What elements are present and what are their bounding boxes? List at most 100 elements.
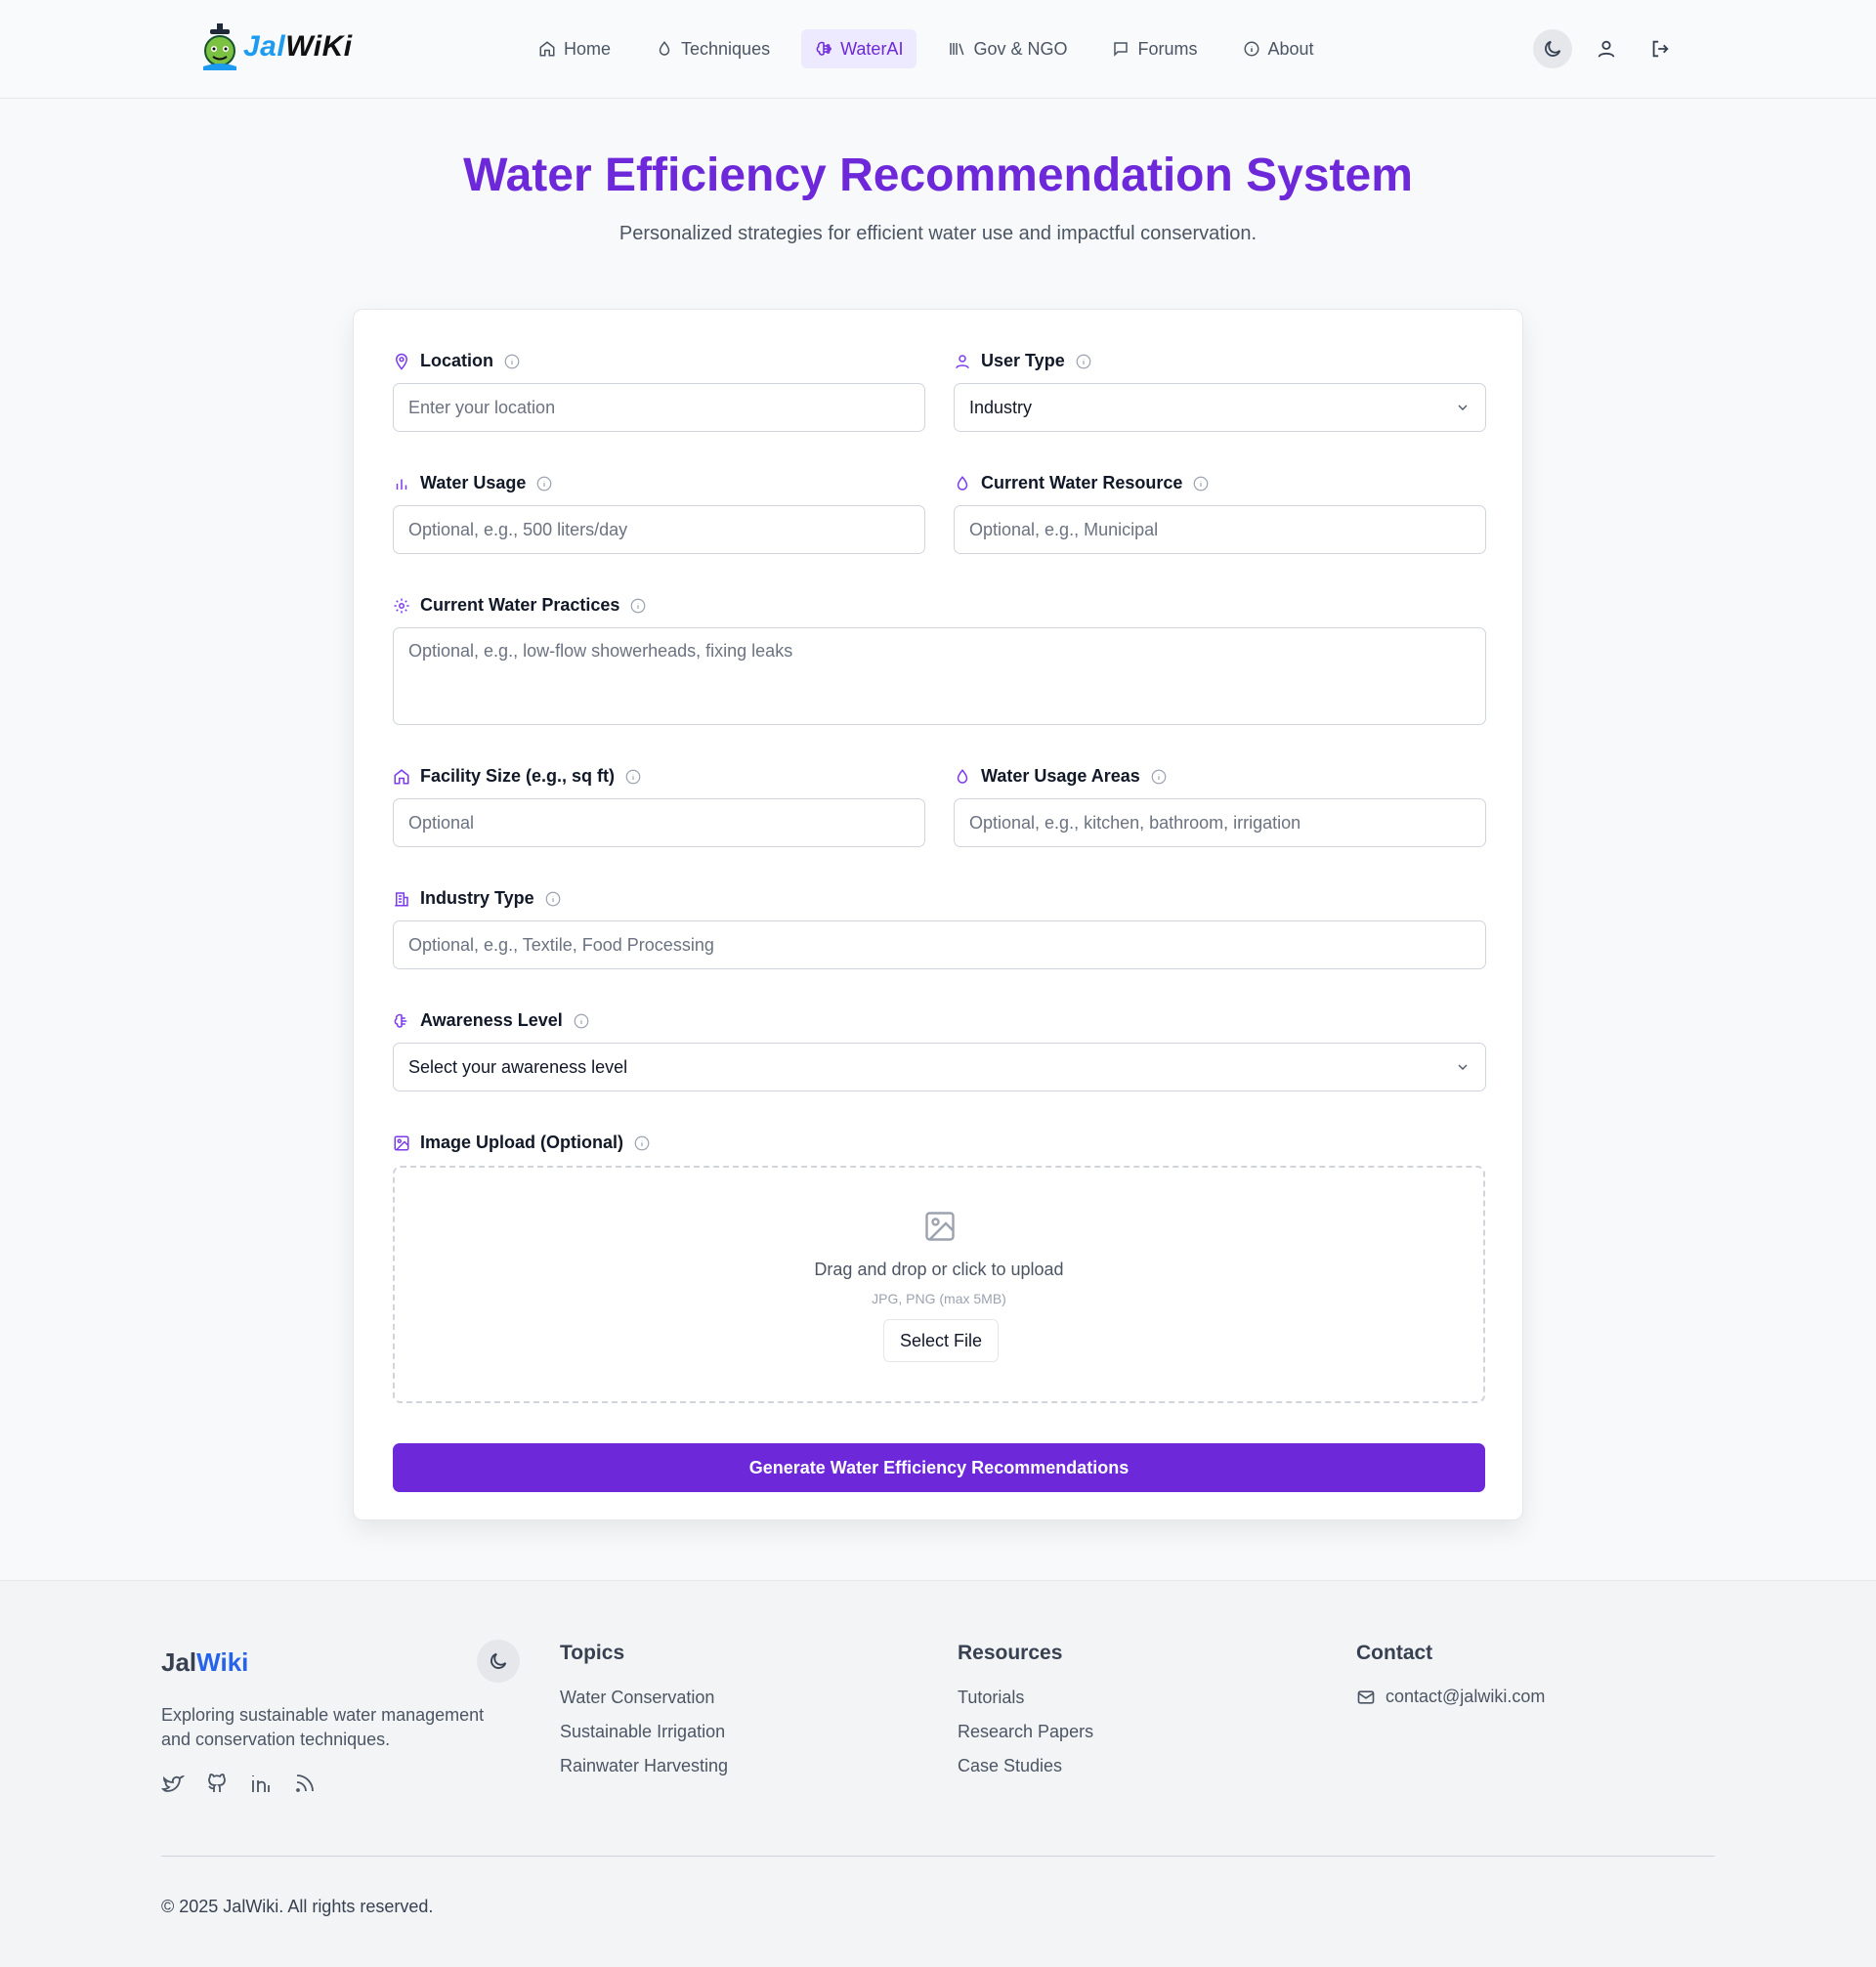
label-text: Water Usage Areas bbox=[981, 766, 1140, 786]
generate-recommendations-button[interactable]: Generate Water Efficiency Recommendation… bbox=[393, 1443, 1485, 1492]
info-icon[interactable] bbox=[629, 597, 647, 615]
gear-icon bbox=[394, 598, 409, 613]
info-icon[interactable] bbox=[624, 768, 642, 786]
nav-forums[interactable]: Forums bbox=[1098, 29, 1211, 68]
industry-type-label: Industry Type bbox=[393, 888, 562, 909]
water-practices-textarea[interactable]: Optional, e.g., low-flow showerheads, fi… bbox=[393, 627, 1486, 725]
mail-icon bbox=[1357, 1689, 1375, 1704]
chevron-down-icon bbox=[1458, 1064, 1468, 1070]
home-icon bbox=[539, 41, 555, 57]
nav-about[interactable]: About bbox=[1229, 29, 1328, 68]
footer-link[interactable]: Case Studies bbox=[958, 1755, 1093, 1789]
usage-areas-input[interactable]: Optional, e.g., kitchen, bathroom, irrig… bbox=[954, 798, 1486, 847]
nav-label: Gov & NGO bbox=[973, 38, 1068, 59]
recommendation-form: Location Enter your location User Type I… bbox=[353, 309, 1523, 1520]
footer-heading: Resources bbox=[958, 1642, 1063, 1664]
logo[interactable]: JalWiKi bbox=[200, 21, 353, 72]
water-usage-label: Water Usage bbox=[393, 473, 553, 493]
linkedin-icon[interactable] bbox=[249, 1772, 273, 1795]
label-text: Awareness Level bbox=[420, 1010, 563, 1030]
info-icon[interactable] bbox=[1192, 475, 1210, 492]
main-nav: Home Techniques WaterAI Gov & NGO Forums… bbox=[525, 29, 1328, 68]
footer-description: Exploring sustainable water management a… bbox=[161, 1705, 485, 1749]
info-icon[interactable] bbox=[1075, 353, 1092, 370]
theme-toggle-button[interactable] bbox=[1533, 29, 1572, 68]
info-icon[interactable] bbox=[1150, 768, 1168, 786]
label-text: Current Water Resource bbox=[981, 473, 1183, 492]
select-file-button[interactable]: Select File bbox=[883, 1319, 999, 1362]
user-icon bbox=[956, 354, 969, 368]
message-icon bbox=[1114, 42, 1129, 57]
droplet-icon bbox=[957, 475, 968, 491]
nav-home[interactable]: Home bbox=[525, 29, 624, 68]
footer-link[interactable]: Water Conservation bbox=[560, 1687, 728, 1721]
footer-contact: Contact contact@jalwiki.com bbox=[1356, 1642, 1545, 1707]
nav-label: About bbox=[1267, 38, 1314, 59]
footer-link[interactable]: Sustainable Irrigation bbox=[560, 1721, 728, 1755]
logout-icon bbox=[1652, 40, 1669, 58]
footer: JalWiki Exploring sustainable water mana… bbox=[0, 1580, 1876, 1967]
industry-type-input[interactable]: Optional, e.g., Textile, Food Processing bbox=[393, 920, 1486, 969]
label-text: Image Upload (Optional) bbox=[420, 1133, 624, 1152]
info-icon[interactable] bbox=[633, 1134, 651, 1152]
footer-divider bbox=[161, 1856, 1715, 1857]
footer-link[interactable]: Research Papers bbox=[958, 1721, 1093, 1755]
user-icon bbox=[1598, 40, 1615, 58]
contact-email-link[interactable]: contact@jalwiki.com bbox=[1356, 1687, 1545, 1707]
image-dropzone[interactable]: Drag and drop or click to upload JPG, PN… bbox=[393, 1166, 1485, 1403]
logout-button[interactable] bbox=[1641, 29, 1680, 68]
footer-theme-toggle-button[interactable] bbox=[477, 1640, 520, 1683]
nav-techniques[interactable]: Techniques bbox=[642, 29, 784, 68]
facility-size-input[interactable]: Optional bbox=[393, 798, 925, 847]
nav-gov-ngo[interactable]: Gov & NGO bbox=[934, 29, 1081, 68]
building-icon bbox=[395, 891, 408, 906]
logo-text: JalWiKi bbox=[243, 30, 353, 63]
brain-icon bbox=[816, 41, 831, 56]
info-icon[interactable] bbox=[535, 475, 553, 492]
info-icon[interactable] bbox=[573, 1012, 590, 1030]
brain-icon bbox=[394, 1013, 407, 1028]
map-pin-icon bbox=[395, 353, 408, 370]
footer-brand: JalWiki bbox=[161, 1647, 249, 1677]
nav-waterai[interactable]: WaterAI bbox=[801, 29, 917, 68]
twitter-icon[interactable] bbox=[161, 1772, 185, 1795]
footer-heading: Topics bbox=[560, 1642, 625, 1664]
footer-link[interactable]: Tutorials bbox=[958, 1687, 1093, 1721]
nav-label: Home bbox=[564, 38, 612, 59]
water-usage-input[interactable]: Optional, e.g., 500 liters/day bbox=[393, 505, 925, 554]
label-text: Location bbox=[420, 351, 493, 370]
user-type-select[interactable]: Industry bbox=[954, 383, 1486, 432]
label-text: Water Usage bbox=[420, 473, 527, 492]
profile-button[interactable] bbox=[1587, 29, 1626, 68]
select-value: Industry bbox=[969, 397, 1033, 417]
moon-icon bbox=[490, 1652, 507, 1669]
contact-email: contact@jalwiki.com bbox=[1386, 1687, 1546, 1706]
library-icon bbox=[950, 43, 964, 56]
social-links bbox=[161, 1772, 317, 1795]
copyright: © 2025 JalWiki. All rights reserved. bbox=[161, 1897, 434, 1916]
footer-link[interactable]: Rainwater Harvesting bbox=[560, 1755, 728, 1789]
select-value: Select your awareness level bbox=[408, 1056, 628, 1077]
info-icon bbox=[1244, 41, 1258, 57]
nav-label: Forums bbox=[1137, 38, 1198, 59]
facility-size-label: Facility Size (e.g., sq ft) bbox=[393, 766, 642, 787]
github-icon[interactable] bbox=[205, 1772, 229, 1795]
moon-icon bbox=[1545, 40, 1561, 57]
top-navbar: JalWiKi Home Techniques WaterAI Gov & NG… bbox=[0, 0, 1876, 99]
bar-chart-icon bbox=[396, 479, 407, 490]
rss-icon[interactable] bbox=[293, 1772, 317, 1795]
water-resource-input[interactable]: Optional, e.g., Municipal bbox=[954, 505, 1486, 554]
droplet-icon bbox=[957, 768, 968, 784]
location-label: Location bbox=[393, 351, 521, 371]
awareness-level-select[interactable]: Select your awareness level bbox=[393, 1043, 1486, 1091]
footer-topics: Topics Water Conservation Sustainable Ir… bbox=[560, 1642, 728, 1789]
label-text: Industry Type bbox=[420, 888, 534, 908]
image-placeholder-icon bbox=[925, 1212, 955, 1241]
footer-heading: Contact bbox=[1356, 1642, 1433, 1664]
droplet-icon bbox=[659, 41, 670, 56]
info-icon[interactable] bbox=[544, 890, 562, 908]
info-icon[interactable] bbox=[503, 353, 521, 370]
location-input[interactable]: Enter your location bbox=[393, 383, 925, 432]
water-practices-label: Current Water Practices bbox=[393, 595, 647, 616]
footer-resources: Resources Tutorials Research Papers Case… bbox=[958, 1642, 1093, 1789]
